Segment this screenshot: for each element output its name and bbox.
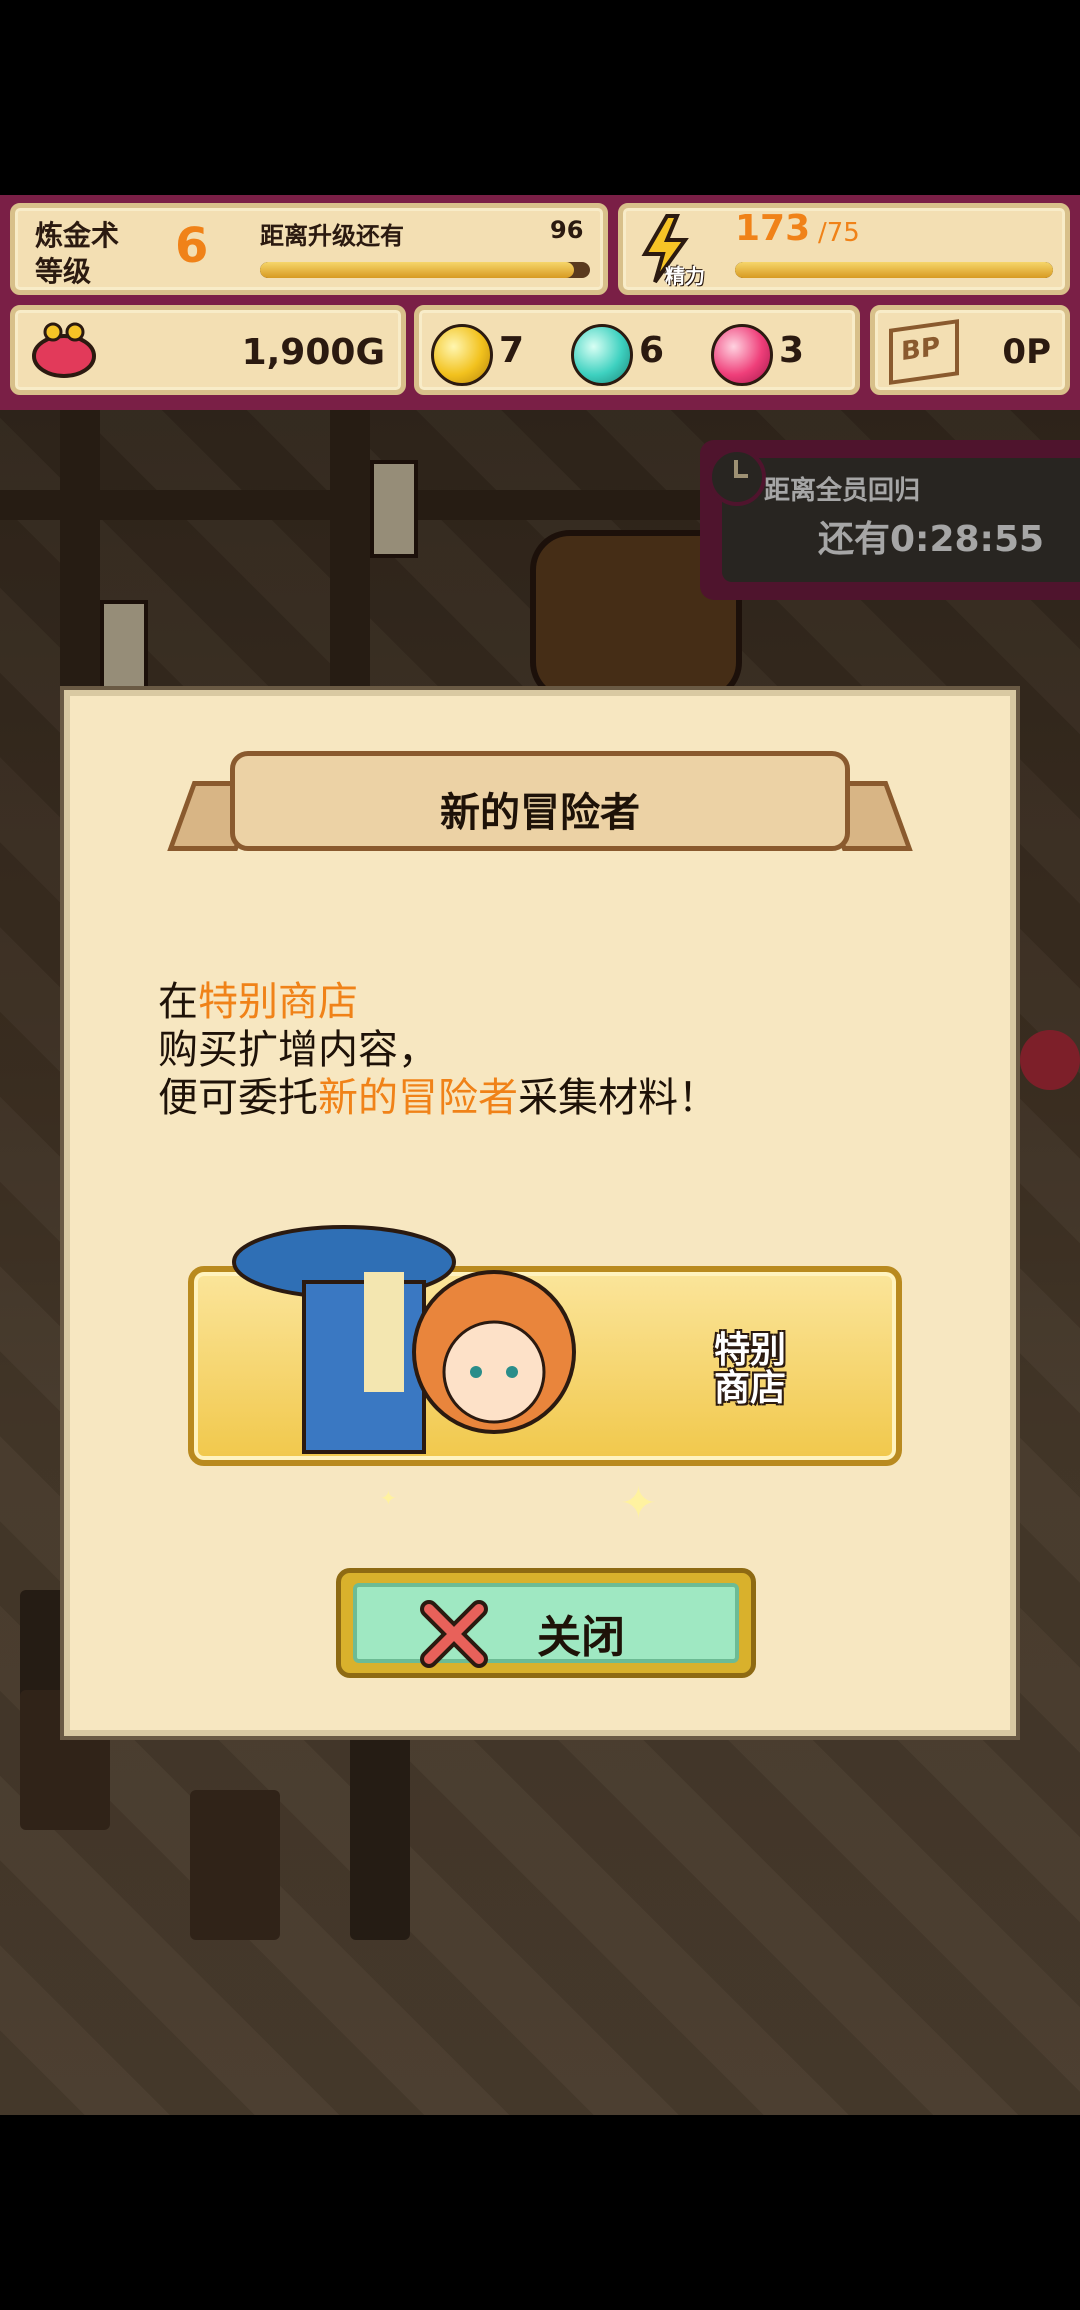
- gold-amount: 1,900G: [241, 332, 385, 373]
- message-line-1: 在特别商店: [158, 978, 718, 1026]
- alchemy-level-value: 6: [175, 218, 209, 274]
- close-icon: [420, 1600, 488, 1668]
- bp-icon-label: BP: [901, 331, 940, 368]
- special-shop-button[interactable]: 特别 商店: [188, 1225, 902, 1466]
- stamina-fill: [735, 262, 1053, 278]
- sparkle-icon: ✦: [620, 1478, 657, 1529]
- bp-panel: BP 0P: [870, 305, 1070, 395]
- bottom-black-bar: [0, 2115, 1080, 2310]
- stamina-current: 173: [735, 208, 811, 249]
- new-adventurer-highlight: 新的冒险者: [318, 1075, 518, 1121]
- alchemy-label-line1: 炼金术: [35, 219, 120, 252]
- status-hud: 炼金术 等级 6 距离升级还有 96 精力 173 /75 1,900G 7 6: [0, 195, 1080, 410]
- dialog-message: 在特别商店 购买扩增内容， 便可委托新的冒险者采集材料！: [158, 978, 718, 1122]
- message-line-3: 便可委托新的冒险者采集材料！: [158, 1074, 718, 1122]
- level-progress-fill: [260, 262, 574, 278]
- message-line3-suffix: 采集材料！: [518, 1075, 718, 1121]
- next-level-label: 距离升级还有: [260, 222, 404, 250]
- teal-orb-count: 6: [639, 330, 665, 371]
- message-line3-prefix: 便可委托: [158, 1075, 318, 1121]
- special-shop-label-line2: 商店: [713, 1368, 786, 1409]
- adventurers-illustration: [232, 1225, 576, 1454]
- yellow-orb-count: 7: [499, 330, 525, 371]
- close-button-label: 关闭: [537, 1612, 625, 1663]
- sparkle-icon: ✦: [380, 1486, 397, 1510]
- message-line-2: 购买扩增内容，: [158, 1027, 438, 1073]
- alchemy-label-line2: 等级: [35, 255, 92, 288]
- yellow-orb-icon: [431, 324, 493, 386]
- stamina-max: /75: [818, 218, 860, 248]
- bp-ticket-icon: BP: [889, 319, 959, 385]
- special-shop-link-text: 特别商店: [198, 979, 358, 1025]
- gold-panel: 1,900G: [10, 305, 406, 395]
- close-button-face: 关闭: [353, 1583, 739, 1668]
- bp-value: 0P: [1002, 332, 1051, 372]
- orbs-panel: 7 6 3: [414, 305, 860, 395]
- dialog-title: 新的冒险者: [440, 790, 640, 836]
- pink-orb-count: 3: [779, 330, 805, 371]
- special-shop-label: 特别 商店: [714, 1332, 786, 1408]
- close-button[interactable]: 关闭: [336, 1568, 756, 1678]
- top-black-bar: [0, 0, 1080, 195]
- level-progress-bar: [260, 262, 590, 278]
- teal-orb-icon: [571, 324, 633, 386]
- message-line1-prefix: 在: [158, 979, 198, 1025]
- stamina-bar: [735, 262, 1053, 278]
- pink-orb-icon: [711, 324, 773, 386]
- stamina-panel: 精力 173 /75: [618, 203, 1070, 295]
- special-shop-label-line1: 特别: [713, 1330, 786, 1371]
- title-ribbon: 新的冒险者: [167, 741, 913, 861]
- next-level-value: 96: [550, 216, 584, 244]
- ribbon-body: 新的冒险者: [230, 751, 850, 851]
- alchemy-level-panel: 炼金术 等级 6 距离升级还有 96: [10, 203, 608, 295]
- coin-purse-icon: [32, 322, 96, 378]
- stamina-label: 精力: [665, 264, 705, 288]
- new-adventurer-dialog: 新的冒险者 在特别商店 购买扩增内容， 便可委托新的冒险者采集材料！ 特别 商店…: [64, 690, 1016, 1736]
